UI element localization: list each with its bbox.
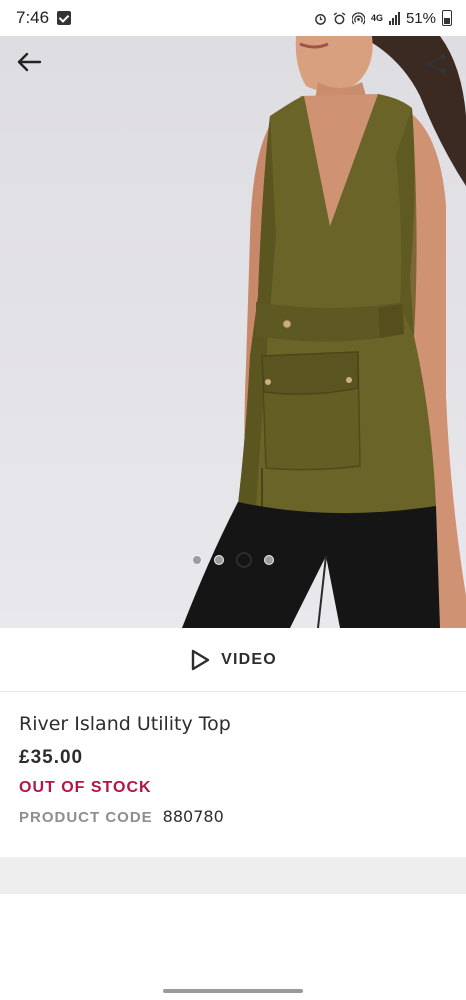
status-bar: 7:46 4G 51% [0, 0, 466, 36]
gallery-dot-4[interactable] [264, 555, 274, 565]
product-price: £35.00 [19, 747, 84, 768]
battery-icon [442, 10, 452, 26]
back-button[interactable] [16, 52, 50, 82]
product-code-row: PRODUCT CODE 880780 [19, 807, 447, 826]
gallery-pagination [0, 550, 466, 570]
hotspot-icon [351, 11, 365, 25]
video-button[interactable]: VIDEO [0, 628, 466, 692]
product-photo [182, 36, 466, 628]
gallery-dot-3-active[interactable] [236, 552, 252, 568]
share-icon [426, 54, 446, 74]
notification-check-icon [57, 11, 72, 25]
share-button[interactable] [424, 52, 454, 82]
status-left: 7:46 [16, 8, 72, 28]
network-type: 4G [370, 12, 383, 23]
status-right: 4G 51% [314, 10, 452, 27]
battery-percent: 51% [405, 9, 436, 27]
product-image-gallery[interactable] [0, 36, 466, 628]
gallery-dot-2[interactable] [214, 555, 224, 565]
gallery-dot-1[interactable] [192, 555, 202, 565]
alarm-clock-icon [333, 11, 346, 24]
signal-icon [388, 11, 400, 25]
gesture-nav-handle[interactable] [163, 989, 303, 993]
status-time: 7:46 [16, 8, 50, 27]
product-code-value: 880780 [162, 807, 224, 826]
play-icon [191, 649, 210, 670]
alarm-icon [315, 13, 326, 25]
video-label: VIDEO [221, 650, 277, 668]
product-name: River Island Utility Top [19, 713, 231, 735]
product-code-label: PRODUCT CODE [19, 809, 153, 826]
stock-status: OUT OF STOCK [19, 779, 152, 796]
section-divider [0, 857, 466, 894]
arrow-left-icon [17, 52, 42, 72]
product-info: River Island Utility Top £35.00 OUT OF S… [0, 693, 466, 857]
